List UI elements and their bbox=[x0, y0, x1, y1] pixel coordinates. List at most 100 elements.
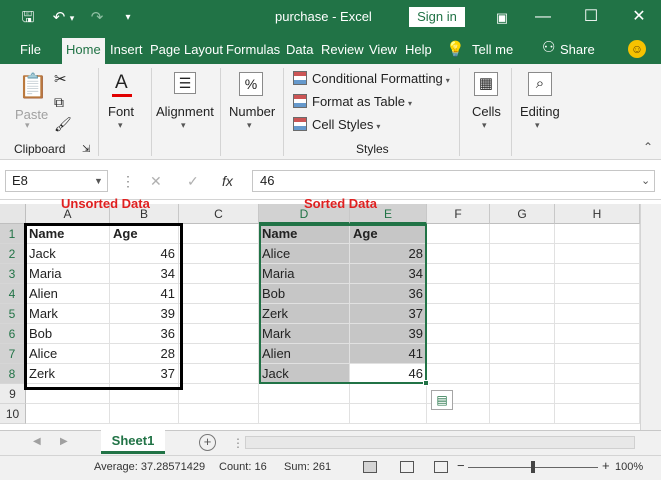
page-break-preview-icon[interactable] bbox=[434, 461, 448, 473]
minimize-button[interactable]: — bbox=[528, 5, 558, 29]
add-sheet-button[interactable]: + bbox=[199, 434, 216, 451]
paste-button[interactable]: Paste bbox=[15, 107, 48, 122]
quick-analysis-icon[interactable]: ▤ bbox=[431, 390, 453, 410]
cell-c6[interactable] bbox=[179, 324, 259, 344]
row-header-3[interactable]: 3 bbox=[0, 264, 26, 284]
format-as-table-button[interactable]: Format as Table ▾ bbox=[293, 94, 412, 109]
select-all-corner[interactable] bbox=[0, 204, 26, 224]
row-header-8[interactable]: 8 bbox=[0, 364, 26, 384]
sign-in-button[interactable]: Sign in bbox=[409, 7, 465, 27]
zoom-out-button[interactable]: − bbox=[457, 458, 465, 473]
cell-h8[interactable] bbox=[555, 364, 640, 384]
close-button[interactable]: ✕ bbox=[624, 5, 654, 29]
format-painter-icon[interactable]: 🖌 bbox=[54, 116, 72, 133]
cell-a10[interactable] bbox=[26, 404, 110, 424]
cell-g5[interactable] bbox=[490, 304, 555, 324]
cell-c10[interactable] bbox=[179, 404, 259, 424]
editing-icon[interactable]: ⌕ bbox=[528, 72, 552, 96]
cell-g8[interactable] bbox=[490, 364, 555, 384]
next-sheet-icon[interactable]: ▶ bbox=[60, 436, 68, 447]
cell-f8[interactable] bbox=[427, 364, 490, 384]
fill-handle[interactable] bbox=[423, 380, 429, 386]
tab-file[interactable]: File bbox=[20, 41, 41, 64]
column-header-c[interactable]: C bbox=[179, 204, 259, 224]
tab-home[interactable]: Home bbox=[62, 38, 105, 64]
cell-h7[interactable] bbox=[555, 344, 640, 364]
row-header-4[interactable]: 4 bbox=[0, 284, 26, 304]
cell-e9[interactable] bbox=[350, 384, 427, 404]
tell-me-search[interactable]: Tell me bbox=[472, 41, 513, 64]
prev-sheet-icon[interactable]: ◀ bbox=[33, 436, 41, 447]
column-header-f[interactable]: F bbox=[427, 204, 490, 224]
sheet-tab-sheet1[interactable]: Sheet1 bbox=[101, 430, 165, 454]
cell-c8[interactable] bbox=[179, 364, 259, 384]
cell-f4[interactable] bbox=[427, 284, 490, 304]
cell-h4[interactable] bbox=[555, 284, 640, 304]
tab-view[interactable]: View bbox=[369, 41, 397, 64]
cell-b10[interactable] bbox=[110, 404, 179, 424]
copy-icon[interactable]: ⧉ bbox=[54, 94, 64, 111]
undo-icon[interactable]: ↶ bbox=[50, 8, 68, 28]
column-header-h[interactable]: H bbox=[555, 204, 640, 224]
cell-h3[interactable] bbox=[555, 264, 640, 284]
tab-data[interactable]: Data bbox=[286, 41, 313, 64]
cell-e10[interactable] bbox=[350, 404, 427, 424]
cell-c1[interactable] bbox=[179, 224, 259, 244]
cell-d10[interactable] bbox=[259, 404, 350, 424]
formula-input[interactable]: 46 bbox=[252, 170, 655, 192]
cancel-entry-icon[interactable]: ✕ bbox=[150, 173, 162, 190]
customize-toolbar-icon[interactable]: ▾ bbox=[122, 8, 134, 28]
row-header-5[interactable]: 5 bbox=[0, 304, 26, 324]
cell-g9[interactable] bbox=[490, 384, 555, 404]
collapse-ribbon-icon[interactable]: ⌃ bbox=[643, 140, 653, 154]
column-header-g[interactable]: G bbox=[490, 204, 555, 224]
cell-g3[interactable] bbox=[490, 264, 555, 284]
vertical-scrollbar[interactable] bbox=[640, 204, 661, 430]
cell-f1[interactable] bbox=[427, 224, 490, 244]
cell-d9[interactable] bbox=[259, 384, 350, 404]
cell-f2[interactable] bbox=[427, 244, 490, 264]
feedback-smiley-icon[interactable]: ☺ bbox=[628, 40, 646, 58]
tab-insert[interactable]: Insert bbox=[110, 41, 143, 64]
expand-formula-bar-icon[interactable]: ⌄ bbox=[641, 174, 650, 187]
tab-help[interactable]: Help bbox=[405, 41, 432, 64]
cell-h9[interactable] bbox=[555, 384, 640, 404]
tab-page-layout[interactable]: Page Layout bbox=[150, 41, 223, 64]
redo-icon[interactable]: ↷ bbox=[88, 8, 106, 28]
save-icon[interactable]: 🖫 bbox=[18, 8, 38, 28]
cell-c9[interactable] bbox=[179, 384, 259, 404]
page-layout-view-icon[interactable] bbox=[400, 461, 414, 473]
cell-c5[interactable] bbox=[179, 304, 259, 324]
cell-c3[interactable] bbox=[179, 264, 259, 284]
conditional-formatting-button[interactable]: Conditional Formatting ▾ bbox=[293, 71, 450, 86]
maximize-button[interactable]: ☐ bbox=[576, 5, 606, 29]
cell-g2[interactable] bbox=[490, 244, 555, 264]
cell-c7[interactable] bbox=[179, 344, 259, 364]
cut-icon[interactable]: ✂ bbox=[54, 70, 67, 88]
horizontal-scrollbar[interactable] bbox=[245, 436, 635, 449]
normal-view-icon[interactable] bbox=[363, 461, 377, 473]
cell-styles-button[interactable]: Cell Styles ▾ bbox=[293, 117, 380, 132]
cell-g4[interactable] bbox=[490, 284, 555, 304]
cell-c4[interactable] bbox=[179, 284, 259, 304]
cell-g6[interactable] bbox=[490, 324, 555, 344]
share-button[interactable]: Share bbox=[560, 41, 595, 64]
cell-f7[interactable] bbox=[427, 344, 490, 364]
name-box[interactable]: E8 bbox=[5, 170, 108, 192]
zoom-slider-thumb[interactable] bbox=[531, 461, 535, 473]
name-box-dropdown-icon[interactable]: ▼ bbox=[94, 176, 103, 186]
tab-formulas[interactable]: Formulas bbox=[226, 41, 280, 64]
zoom-in-button[interactable]: + bbox=[602, 458, 610, 473]
cell-h2[interactable] bbox=[555, 244, 640, 264]
enter-entry-icon[interactable]: ✓ bbox=[187, 173, 199, 190]
row-header-1[interactable]: 1 bbox=[0, 224, 26, 244]
row-header-9[interactable]: 9 bbox=[0, 384, 26, 404]
font-group-button[interactable]: A bbox=[109, 72, 135, 98]
cells-icon[interactable]: ▦ bbox=[474, 72, 498, 96]
row-header-6[interactable]: 6 bbox=[0, 324, 26, 344]
undo-dropdown-icon[interactable]: ▾ bbox=[67, 8, 77, 28]
alignment-icon[interactable]: ☰ bbox=[174, 72, 196, 94]
cell-h6[interactable] bbox=[555, 324, 640, 344]
row-header-7[interactable]: 7 bbox=[0, 344, 26, 364]
ribbon-display-options-icon[interactable]: ▣ bbox=[490, 8, 514, 28]
